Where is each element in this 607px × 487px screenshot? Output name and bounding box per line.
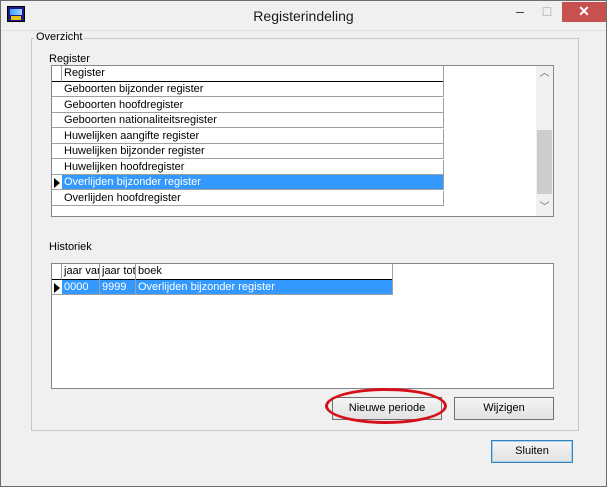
- register-row-selector[interactable]: [52, 98, 62, 113]
- scroll-down-icon[interactable]: ﹀: [536, 200, 553, 216]
- scroll-thumb[interactable]: [537, 130, 552, 194]
- current-row-marker-icon: [54, 283, 60, 293]
- close-button[interactable]: Sluiten: [491, 440, 573, 463]
- register-cell: Geboorten nationaliteitsregister: [62, 113, 444, 127]
- history-cell-year-from: 0000: [62, 280, 100, 294]
- title-bar[interactable]: Registerindeling – □ ✕: [1, 1, 606, 31]
- column-header-year-to[interactable]: jaar tot: [100, 264, 136, 280]
- overview-legend: Overzicht: [34, 31, 85, 43]
- column-header-book[interactable]: boek: [136, 264, 393, 280]
- history-grid[interactable]: jaar van jaar tot boek 0000 9999 Overlij…: [51, 263, 554, 389]
- column-header-year-from[interactable]: jaar van: [62, 264, 100, 280]
- history-cell-book: Overlijden bijzonder register: [136, 280, 393, 294]
- register-row-selector[interactable]: [52, 113, 62, 128]
- modify-button-label: Wijzigen: [483, 402, 525, 414]
- history-label: Historiek: [49, 241, 92, 253]
- register-row[interactable]: Overlijden hoofdregister: [62, 190, 444, 206]
- register-row[interactable]: Geboorten bijzonder register: [62, 82, 444, 97]
- register-row-selector[interactable]: [52, 191, 62, 206]
- register-column-header[interactable]: Register: [62, 66, 444, 82]
- register-row[interactable]: Geboorten hoofdregister: [62, 97, 444, 113]
- register-cell: Geboorten bijzonder register: [62, 82, 444, 96]
- register-row[interactable]: Geboorten nationaliteitsregister: [62, 113, 444, 128]
- register-grid[interactable]: Register Geboorten bijzonder register Geb…: [51, 65, 554, 217]
- history-header-row-selector: [52, 264, 62, 280]
- modify-button[interactable]: Wijzigen: [454, 397, 554, 420]
- register-cell: Overlijden bijzonder register: [62, 175, 444, 189]
- current-row-marker-icon: [54, 178, 60, 188]
- highlight-ellipse: [325, 388, 447, 424]
- register-cell: Huwelijken hoofdregister: [62, 159, 444, 174]
- register-row[interactable]: Overlijden bijzonder register: [62, 175, 444, 190]
- register-row-selector[interactable]: [52, 129, 62, 144]
- close-button-label: Sluiten: [515, 445, 549, 457]
- register-row-selector[interactable]: [52, 160, 62, 175]
- dialog-window: Registerindeling – □ ✕ Overzicht Registe…: [0, 0, 607, 487]
- minimize-button[interactable]: –: [506, 2, 534, 22]
- scroll-up-icon[interactable]: ︿: [536, 66, 553, 82]
- register-grid-header: Register: [62, 66, 444, 82]
- register-row[interactable]: Huwelijken hoofdregister: [62, 159, 444, 175]
- register-cell: Geboorten hoofdregister: [62, 97, 444, 112]
- header-row-selector: [52, 66, 62, 82]
- register-label: Register: [49, 53, 90, 65]
- register-row[interactable]: Huwelijken bijzonder register: [62, 144, 444, 159]
- register-row[interactable]: Huwelijken aangifte register: [62, 128, 444, 144]
- register-cell: Huwelijken aangifte register: [62, 128, 444, 143]
- maximize-button[interactable]: □: [534, 2, 560, 22]
- register-cell: Overlijden hoofdregister: [62, 190, 444, 205]
- register-row-selector[interactable]: [52, 82, 62, 97]
- register-row-selector[interactable]: [52, 144, 62, 159]
- close-window-button[interactable]: ✕: [562, 2, 606, 22]
- register-cell: Huwelijken bijzonder register: [62, 144, 444, 158]
- history-row[interactable]: 0000 9999 Overlijden bijzonder register: [62, 280, 393, 295]
- history-grid-header: jaar van jaar tot boek: [62, 264, 393, 280]
- register-scrollbar[interactable]: ︿ ﹀: [536, 66, 553, 216]
- history-cell-year-to: 9999: [100, 280, 136, 294]
